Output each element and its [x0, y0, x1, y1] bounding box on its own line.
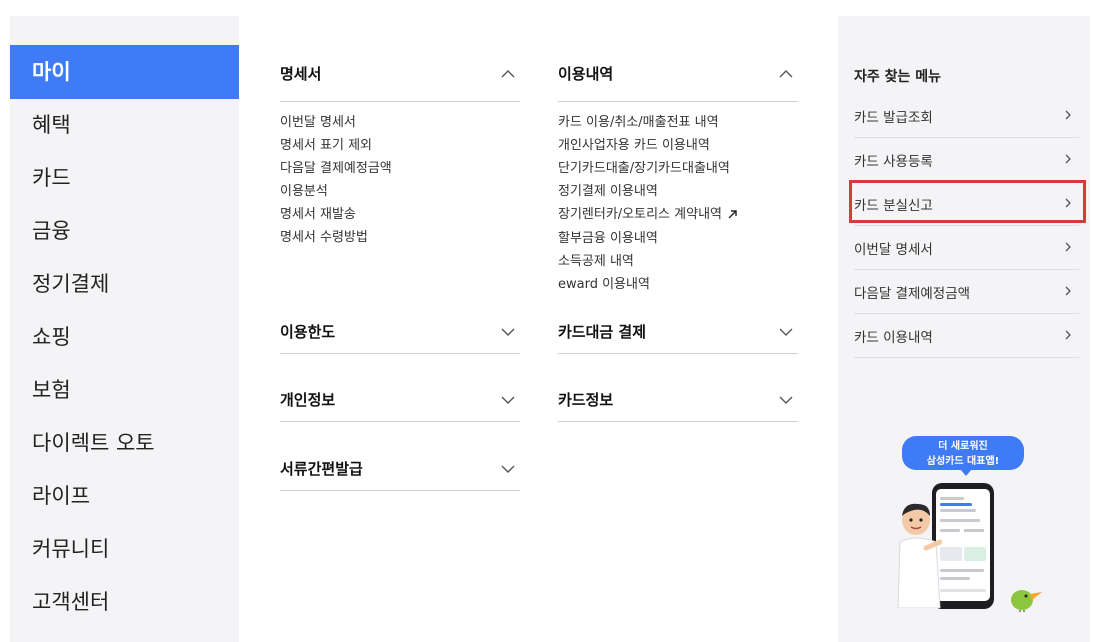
section-docs: 서류간편발급	[280, 459, 520, 491]
section-statement-title: 명세서	[280, 65, 322, 83]
fav-item-label: 카드 발급조회	[854, 109, 933, 126]
link-statement-receive-method[interactable]: 명세서 수령방법	[280, 226, 520, 249]
chevron-right-icon	[1065, 108, 1071, 124]
fav-item-label: 이번달 명세서	[854, 241, 933, 258]
section-docs-header[interactable]: 서류간편발급	[280, 459, 520, 491]
favorites-title: 자주 찾는 메뉴	[854, 69, 942, 85]
section-personal-header[interactable]: 개인정보	[280, 390, 520, 422]
fav-card-issue-inquiry[interactable]: 카드 발급조회	[854, 94, 1079, 138]
nav-item-direct-auto[interactable]: 다이렉트 오토	[10, 417, 239, 470]
link-usage-analysis[interactable]: 이용분석	[280, 180, 520, 203]
chevron-down-icon[interactable]	[500, 395, 516, 407]
chevron-right-icon	[1065, 284, 1071, 300]
fav-card-register[interactable]: 카드 사용등록	[854, 138, 1079, 182]
section-payment: 카드대금 결제	[558, 322, 798, 354]
character-illustration	[896, 498, 943, 609]
section-card-info: 카드정보	[558, 390, 798, 422]
nav-item-insurance[interactable]: 보험	[10, 364, 239, 417]
app-promo-banner[interactable]: 더 새로워진 삼성카드 대표앱!	[890, 432, 1060, 622]
section-cardinfo-header[interactable]: 카드정보	[558, 390, 798, 422]
section-usage-title: 이용내역	[558, 65, 614, 83]
section-limit-header[interactable]: 이용한도	[280, 322, 520, 354]
link-rentcar-lease-label: 장기렌터카/오토리스 계약내역	[558, 207, 722, 222]
link-income-deduction[interactable]: 소득공제 내역	[558, 250, 798, 273]
phone-screen	[936, 489, 990, 601]
fav-card-usage-history[interactable]: 카드 이용내역	[854, 314, 1079, 358]
chevron-right-icon	[1065, 328, 1071, 344]
section-personal-info: 개인정보	[280, 390, 520, 422]
nav-item-life[interactable]: 라이프	[10, 470, 239, 523]
fav-next-month-payment[interactable]: 다음달 결제예정금액	[854, 270, 1079, 314]
link-next-month-payment[interactable]: 다음달 결제예정금액	[280, 157, 520, 180]
fav-item-label: 다음달 결제예정금액	[854, 285, 971, 302]
section-limit-title: 이용한도	[280, 323, 336, 341]
section-statement: 명세서 이번달 명세서 명세서 표기 제외 다음달 결제예정금액 이용분석 명세…	[280, 64, 520, 249]
link-this-month-statement[interactable]: 이번달 명세서	[280, 111, 520, 134]
chevron-right-icon	[1065, 196, 1071, 212]
promo-line2: 삼성카드 대표앱!	[926, 456, 1000, 467]
chevron-up-icon[interactable]	[778, 69, 794, 81]
nav-item-benefits[interactable]: 혜택	[10, 99, 239, 152]
section-usage: 이용내역 카드 이용/취소/매출전표 내역 개인사업자용 카드 이용내역 단기카…	[558, 64, 798, 296]
chevron-right-icon	[1065, 152, 1071, 168]
section-usage-header[interactable]: 이용내역	[558, 64, 798, 102]
nav-item-community[interactable]: 커뮤니티	[10, 523, 239, 576]
link-eward-usage[interactable]: eward 이용내역	[558, 273, 798, 296]
section-limit: 이용한도	[280, 322, 520, 354]
chevron-down-icon[interactable]	[500, 464, 516, 476]
chevron-down-icon[interactable]	[778, 327, 794, 339]
section-statement-header[interactable]: 명세서	[280, 64, 520, 102]
fav-item-label: 카드 분실신고	[854, 197, 933, 214]
section-payment-header[interactable]: 카드대금 결제	[558, 322, 798, 354]
link-statement-exclude[interactable]: 명세서 표기 제외	[280, 134, 520, 157]
fav-item-label: 카드 이용내역	[854, 329, 933, 346]
bird-illustration	[1008, 582, 1044, 612]
section-docs-title: 서류간편발급	[280, 460, 363, 478]
nav-item-subscription[interactable]: 정기결제	[10, 258, 239, 311]
link-installment-finance[interactable]: 할부금융 이용내역	[558, 227, 798, 250]
fav-this-month-statement[interactable]: 이번달 명세서	[854, 226, 1079, 270]
link-statement-resend[interactable]: 명세서 재발송	[280, 203, 520, 226]
promo-line1: 더 새로워진	[938, 441, 988, 452]
section-cardinfo-title: 카드정보	[558, 391, 614, 409]
link-business-card-usage[interactable]: 개인사업자용 카드 이용내역	[558, 134, 798, 157]
link-card-loan-history[interactable]: 단기카드대출/장기카드대출내역	[558, 157, 798, 180]
section-payment-title: 카드대금 결제	[558, 323, 647, 341]
chevron-right-icon	[1065, 240, 1071, 256]
nav-item-finance[interactable]: 금융	[10, 205, 239, 258]
nav-item-my[interactable]: 마이	[10, 45, 239, 99]
chevron-up-icon[interactable]	[500, 69, 516, 81]
chevron-down-icon[interactable]	[778, 395, 794, 407]
link-card-usage-cancel[interactable]: 카드 이용/취소/매출전표 내역	[558, 111, 798, 134]
nav-item-shopping[interactable]: 쇼핑	[10, 311, 239, 364]
promo-bubble: 더 새로워진 삼성카드 대표앱!	[902, 436, 1024, 476]
section-personal-title: 개인정보	[280, 391, 336, 409]
chevron-down-icon[interactable]	[500, 327, 516, 339]
fav-card-lost-report[interactable]: 카드 분실신고	[854, 182, 1079, 226]
nav-item-card[interactable]: 카드	[10, 152, 239, 205]
favorites-list: 카드 발급조회 카드 사용등록 카드 분실신고 이번달 명세서 다음달 결제예정…	[854, 94, 1079, 358]
fav-item-label: 카드 사용등록	[854, 153, 933, 170]
left-nav: 마이 혜택 카드 금융 정기결제 쇼핑 보험 다이렉트 오토 라이프 커뮤니티 …	[10, 16, 239, 642]
external-link-arrow-icon	[728, 204, 737, 227]
link-rentcar-lease[interactable]: 장기렌터카/오토리스 계약내역	[558, 203, 798, 227]
nav-item-customer-center[interactable]: 고객센터	[10, 576, 239, 629]
link-subscription-usage[interactable]: 정기결제 이용내역	[558, 180, 798, 203]
